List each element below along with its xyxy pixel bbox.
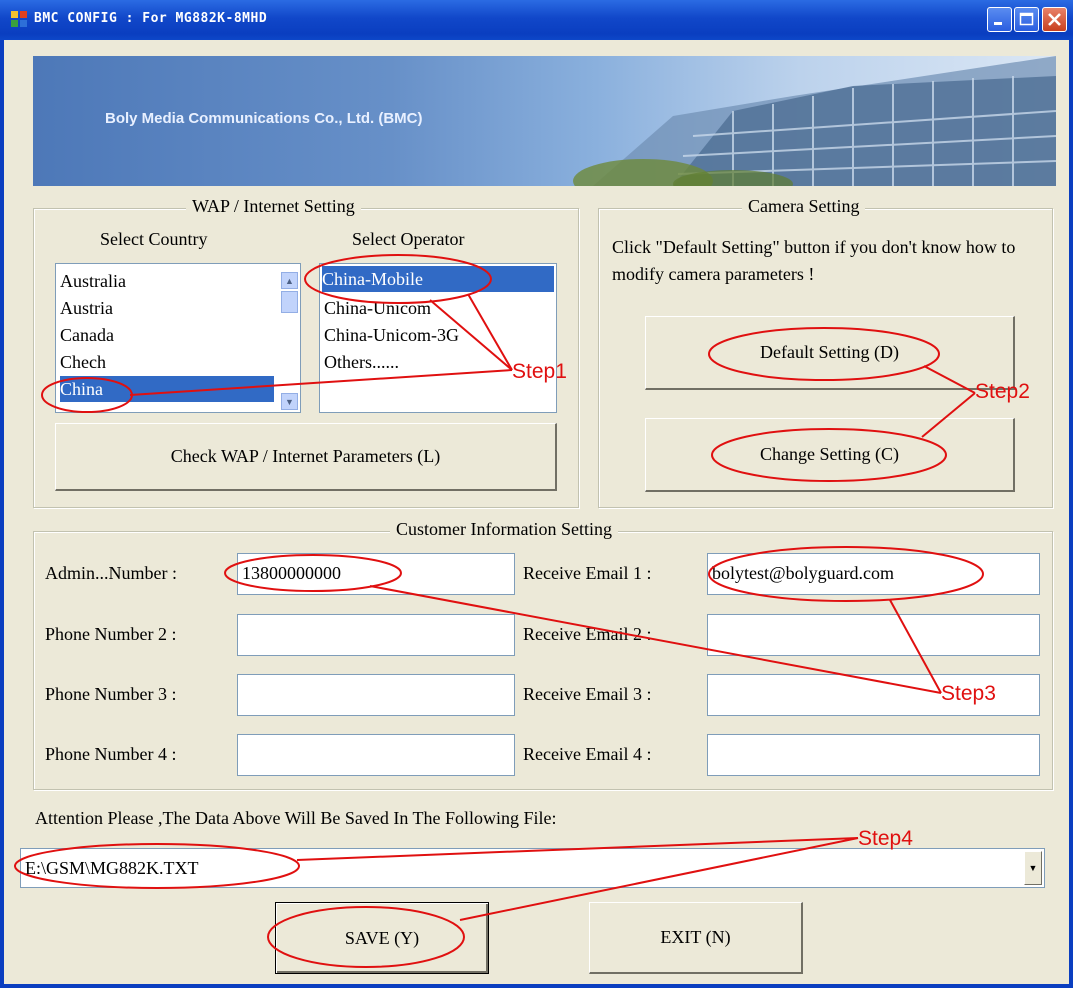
attention-text: Attention Please ,The Data Above Will Be… [35,808,557,828]
receive-email-2-label: Receive Email 2 : [523,624,652,644]
step4-label: Step4 [858,827,913,850]
change-setting-button[interactable]: Change Setting (C) [645,418,1015,492]
operator-item[interactable]: China-Unicom [324,295,431,321]
phone-number-3-field[interactable] [237,674,515,716]
banner-text: Boly Media Communications Co., Ltd. (BMC… [105,110,423,127]
default-setting-button[interactable]: Default Setting (D) [645,316,1015,390]
scrollbar-thumb[interactable] [281,291,298,313]
file-path-combobox[interactable]: E:\GSM\MG882K.TXT [20,848,1045,888]
company-banner: Boly Media Communications Co., Ltd. (BMC… [33,56,1056,186]
select-country-label: Select Country [100,229,208,249]
country-item-selected[interactable]: China [60,376,274,402]
wap-group-title: WAP / Internet Setting [186,196,361,217]
country-item[interactable]: Canada [60,322,114,348]
save-button[interactable]: SAVE (Y) [275,902,489,974]
close-button[interactable] [1042,7,1067,32]
close-icon [1048,13,1061,26]
scroll-down-arrow[interactable]: ▼ [281,393,298,410]
step2-label: Step2 [975,380,1030,403]
phone-number-4-label: Phone Number 4 : [45,744,177,764]
phone-number-3-label: Phone Number 3 : [45,684,177,704]
step3-label: Step3 [941,682,996,705]
scroll-up-arrow[interactable]: ▲ [281,272,298,289]
minimize-icon [994,22,1002,25]
phone-number-2-label: Phone Number 2 : [45,624,177,644]
receive-email-4-field[interactable] [707,734,1040,776]
operator-listbox[interactable]: China-Mobile China-Unicom China-Unicom-3… [319,263,557,413]
receive-email-1-label: Receive Email 1 : [523,563,652,583]
camera-hint-text: Click "Default Setting" button if you do… [612,237,1016,284]
minimize-button[interactable] [987,7,1012,32]
operator-item-selected[interactable]: China-Mobile [322,266,554,292]
customer-group-title: Customer Information Setting [390,519,618,540]
country-listbox[interactable]: Australia Austria Canada Chech China ▲ ▼ [55,263,301,413]
phone-number-4-field[interactable] [237,734,515,776]
admin-number-label: Admin...Number : [45,563,177,583]
phone-number-2-field[interactable] [237,614,515,656]
window-title: BMC CONFIG : For MG882K-8MHD [34,11,268,26]
maximize-icon [1019,12,1034,26]
check-wap-button[interactable]: Check WAP / Internet Parameters (L) [55,423,557,491]
receive-email-2-field[interactable] [707,614,1040,656]
select-operator-label: Select Operator [352,229,465,249]
camera-group-title: Camera Setting [742,196,866,217]
admin-number-field[interactable]: 13800000000 [237,553,515,595]
country-item[interactable]: Australia [60,268,126,294]
maximize-button[interactable] [1014,7,1039,32]
step1-label: Step1 [512,360,567,383]
app-icon [10,10,28,28]
exit-button[interactable]: EXIT (N) [589,902,803,974]
receive-email-1-field[interactable]: bolytest@bolyguard.com [707,553,1040,595]
operator-item[interactable]: Others...... [324,349,399,375]
receive-email-3-label: Receive Email 3 : [523,684,652,704]
country-item[interactable]: Chech [60,349,106,375]
country-item[interactable]: Austria [60,295,113,321]
operator-item[interactable]: China-Unicom-3G [324,322,459,348]
dropdown-arrow-icon[interactable]: ▼ [1024,851,1042,885]
receive-email-4-label: Receive Email 4 : [523,744,652,764]
